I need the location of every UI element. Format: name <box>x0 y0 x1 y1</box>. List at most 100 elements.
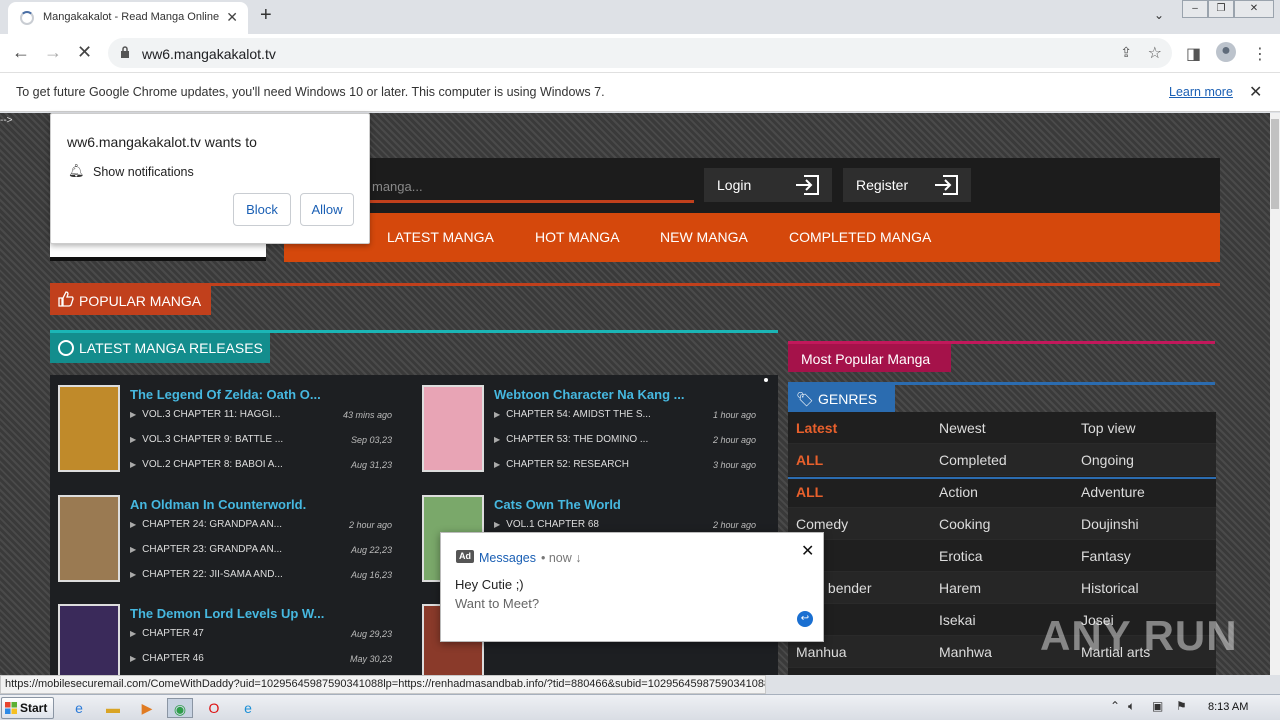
stop-loading-icon[interactable]: ✕ <box>77 42 92 63</box>
genre-link[interactable]: Isekai <box>939 612 976 628</box>
tab-search-icon[interactable]: ⌄ <box>1154 8 1164 22</box>
genre-row: MatureMechaMedical <box>788 668 1216 675</box>
chapter-link[interactable]: ▶ VOL.1 CHAPTER 68 <box>494 519 599 530</box>
start-label: Start <box>20 701 48 715</box>
genre-link[interactable]: Historical <box>1081 580 1139 596</box>
genre-row: amaEroticaFantasy <box>788 540 1216 572</box>
side-panel-icon[interactable]: ◨ <box>1186 44 1201 64</box>
window-close-button[interactable]: ✕ <box>1234 0 1274 18</box>
browser-tab[interactable]: Mangakakalot - Read Manga Online F ✕ <box>8 2 248 34</box>
genre-link[interactable]: Latest <box>796 420 837 436</box>
chapter-name: VOL.3 CHAPTER 11: HAGGI... <box>142 409 281 420</box>
chapter-time: 2 hour ago <box>712 520 756 530</box>
genre-link[interactable]: Manhua <box>796 644 847 660</box>
share-icon[interactable]: ⇪ <box>1120 44 1132 61</box>
ie-icon[interactable]: e <box>66 698 92 718</box>
explorer-folder-icon[interactable]: ▬ <box>100 698 126 718</box>
genre-link[interactable]: Top view <box>1081 420 1135 436</box>
tray-expand-icon[interactable]: ⌃ <box>1110 699 1120 713</box>
genre-link[interactable]: Cooking <box>939 516 990 532</box>
tab-strip: Mangakakalot - Read Manga Online F ✕ + ⌄… <box>0 0 1280 34</box>
manga-cover[interactable] <box>58 604 120 675</box>
nav-latest-manga[interactable]: LATEST MANGA <box>387 229 494 245</box>
action-center-flag-icon[interactable]: ⚑ <box>1176 699 1187 713</box>
profile-avatar-icon[interactable]: ● <box>1216 42 1236 62</box>
manga-title[interactable]: The Demon Lord Levels Up W... <box>130 606 324 621</box>
reply-icon[interactable]: ↩ <box>797 611 813 627</box>
media-player-icon[interactable]: ▶ <box>134 698 160 718</box>
chapter-link[interactable]: ▶ VOL.3 CHAPTER 11: HAGGI... <box>130 409 280 420</box>
genre-link[interactable]: Ongoing <box>1081 452 1134 468</box>
register-label: Register <box>856 177 909 193</box>
nav-new-manga[interactable]: NEW MANGA <box>660 229 748 245</box>
ad-notification[interactable]: Ad Messages • now ↓ ✕ Hey Cutie ;) Want … <box>440 532 824 642</box>
start-button[interactable]: Start <box>1 697 54 719</box>
clock: 8:13 AM <box>1208 701 1249 713</box>
new-tab-button[interactable]: + <box>260 4 272 27</box>
block-button[interactable]: Block <box>233 193 291 226</box>
search-input[interactable]: manga... <box>370 171 694 203</box>
page-scrollbar[interactable] <box>1270 113 1280 675</box>
genres-label: GENRES <box>818 391 878 407</box>
manga-title[interactable]: An Oldman In Counterworld. <box>130 497 306 512</box>
learn-more-link[interactable]: Learn more <box>1169 85 1233 99</box>
chapter-time: May 30,23 <box>349 654 392 664</box>
genre-link[interactable]: Comedy <box>796 516 848 532</box>
genre-link[interactable]: Doujinshi <box>1081 516 1139 532</box>
genre-link[interactable]: Fantasy <box>1081 548 1131 564</box>
opera-icon[interactable]: O <box>201 698 227 718</box>
chapter-link[interactable]: ▶ CHAPTER 24: GRANDPA AN... <box>130 519 282 530</box>
chapter-link[interactable]: ▶ CHAPTER 22: JII-SAMA AND... <box>130 569 283 580</box>
minimize-button[interactable]: – <box>1182 0 1208 18</box>
manga-cover[interactable] <box>58 385 120 472</box>
chapter-time: 3 hour ago <box>712 460 756 470</box>
menu-kebab-icon[interactable]: ⋮ <box>1252 44 1268 64</box>
nav-hot-manga[interactable]: HOT MANGA <box>535 229 620 245</box>
chapter-name: CHAPTER 53: THE DOMINO ... <box>506 434 649 445</box>
maximize-button[interactable]: ❐ <box>1208 0 1234 18</box>
genre-link[interactable]: ALL <box>796 452 823 468</box>
genre-link[interactable]: Erotica <box>939 548 983 564</box>
infobar-close-icon[interactable]: ✕ <box>1249 82 1262 102</box>
chapter-link[interactable]: ▶ CHAPTER 23: GRANDPA AN... <box>130 544 282 555</box>
volume-icon[interactable]: 🔈︎ <box>1128 699 1135 714</box>
edge-icon[interactable]: e <box>235 698 261 718</box>
loading-spinner-icon <box>20 11 34 25</box>
notification-close-icon[interactable]: ✕ <box>801 541 814 561</box>
chapter-name: CHAPTER 52: RESEARCH <box>506 459 629 470</box>
genre-link[interactable]: Completed <box>939 452 1007 468</box>
bullet-icon: ▶ <box>494 460 501 469</box>
manga-cover[interactable] <box>58 495 120 582</box>
address-bar[interactable]: ww6.mangakakalot.tv ⇪ ☆ <box>108 38 1172 68</box>
close-tab-icon[interactable]: ✕ <box>226 9 238 26</box>
chapter-link[interactable]: ▶ CHAPTER 46 <box>130 653 204 664</box>
genre-link[interactable]: Newest <box>939 420 986 436</box>
chapter-link[interactable]: ▶ CHAPTER 54: AMIDST THE S... <box>494 409 651 420</box>
manga-title[interactable]: Webtoon Character Na Kang ... <box>494 387 684 402</box>
genres-header: 🏷 GENRES <box>788 385 895 412</box>
login-button[interactable]: Login <box>704 168 832 202</box>
forward-arrow-icon[interactable]: → <box>44 42 62 63</box>
scrollbar-thumb[interactable] <box>1271 119 1279 209</box>
chapter-link[interactable]: ▶ CHAPTER 47 <box>130 628 204 639</box>
manga-title[interactable]: Cats Own The World <box>494 497 621 512</box>
chapter-link[interactable]: ▶ VOL.2 CHAPTER 8: BABOI A... <box>130 459 283 470</box>
windows-logo-icon <box>5 702 17 714</box>
manga-cover[interactable] <box>422 385 484 472</box>
chrome-icon[interactable]: ◉ <box>167 698 193 718</box>
chapter-link[interactable]: ▶ CHAPTER 52: RESEARCH <box>494 459 629 470</box>
nav-completed-manga[interactable]: COMPLETED MANGA <box>789 229 931 245</box>
genre-link[interactable]: Action <box>939 484 978 500</box>
genre-link[interactable]: Manhwa <box>939 644 992 660</box>
chapter-link[interactable]: ▶ VOL.3 CHAPTER 9: BATTLE ... <box>130 434 283 445</box>
network-icon[interactable]: ▣ <box>1152 699 1163 713</box>
manga-title[interactable]: The Legend Of Zelda: Oath O... <box>130 387 321 402</box>
chapter-link[interactable]: ▶ CHAPTER 53: THE DOMINO ... <box>494 434 648 445</box>
genre-link[interactable]: Adventure <box>1081 484 1145 500</box>
back-arrow-icon[interactable]: ← <box>12 42 30 63</box>
allow-button[interactable]: Allow <box>300 193 354 226</box>
register-button[interactable]: Register <box>843 168 971 202</box>
genre-link[interactable]: Harem <box>939 580 981 596</box>
genre-link[interactable]: ALL <box>796 484 823 500</box>
bookmark-star-icon[interactable]: ☆ <box>1148 43 1162 63</box>
